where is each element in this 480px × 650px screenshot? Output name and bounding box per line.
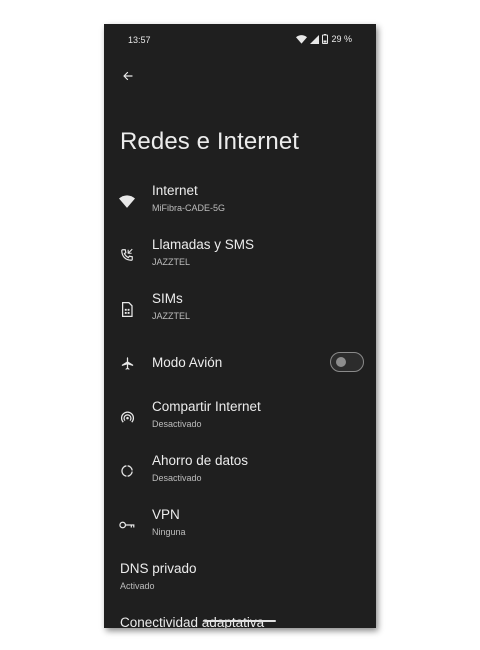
hotspot-icon [118, 408, 136, 426]
airplane-mode-toggle[interactable] [330, 352, 364, 372]
setting-private-dns[interactable]: DNS privado Activado [104, 556, 376, 602]
setting-subtitle: Desactivado [152, 473, 202, 483]
setting-title: DNS privado [120, 561, 197, 576]
navigation-handle[interactable] [204, 620, 276, 622]
setting-title: Compartir Internet [152, 399, 261, 414]
setting-sims[interactable]: SIMs JAZZTEL [104, 286, 376, 332]
page-title: Redes e Internet [120, 128, 300, 155]
back-button[interactable] [114, 64, 142, 92]
setting-data-saver[interactable]: Ahorro de datos Desactivado [104, 448, 376, 494]
setting-subtitle: JAZZTEL [152, 311, 191, 321]
setting-title: Llamadas y SMS [152, 237, 255, 252]
data-saver-icon [118, 462, 136, 480]
signal-icon [310, 34, 320, 44]
setting-title: Modo Avión [152, 355, 223, 370]
status-bar: 13:57 29 % [104, 24, 376, 56]
battery-percentage: 29 % [331, 34, 352, 44]
setting-calls-sms[interactable]: Llamadas y SMS JAZZTEL [104, 232, 376, 278]
phone-screen: 13:57 29 % Redes e Internet Internet MiF… [104, 24, 376, 628]
wifi-icon [118, 192, 136, 210]
setting-subtitle: Desactivado [152, 419, 202, 429]
setting-vpn[interactable]: VPN Ninguna [104, 502, 376, 548]
setting-title: Internet [152, 183, 198, 198]
setting-adaptive-connectivity[interactable]: Conectividad adaptativa [104, 610, 376, 628]
setting-title: VPN [152, 507, 180, 522]
setting-subtitle: Ninguna [152, 527, 186, 537]
setting-subtitle: JAZZTEL [152, 257, 191, 267]
setting-title: Ahorro de datos [152, 453, 249, 468]
airplane-icon [118, 354, 136, 372]
vpn-key-icon [118, 516, 136, 534]
wifi-icon [296, 34, 308, 44]
battery-icon [322, 34, 329, 44]
setting-subtitle: Activado [120, 581, 155, 591]
status-icons: 29 % [296, 34, 352, 44]
phone-icon [118, 246, 136, 264]
toggle-knob [336, 356, 346, 367]
setting-subtitle: MiFibra-CADE-5G [152, 203, 226, 213]
sim-icon [118, 300, 136, 318]
setting-internet[interactable]: Internet MiFibra-CADE-5G [104, 178, 376, 224]
setting-airplane-mode[interactable]: Modo Avión [104, 340, 376, 386]
arrow-back-icon [122, 69, 134, 87]
setting-title: SIMs [152, 291, 183, 306]
setting-hotspot[interactable]: Compartir Internet Desactivado [104, 394, 376, 440]
status-time: 13:57 [128, 35, 151, 45]
